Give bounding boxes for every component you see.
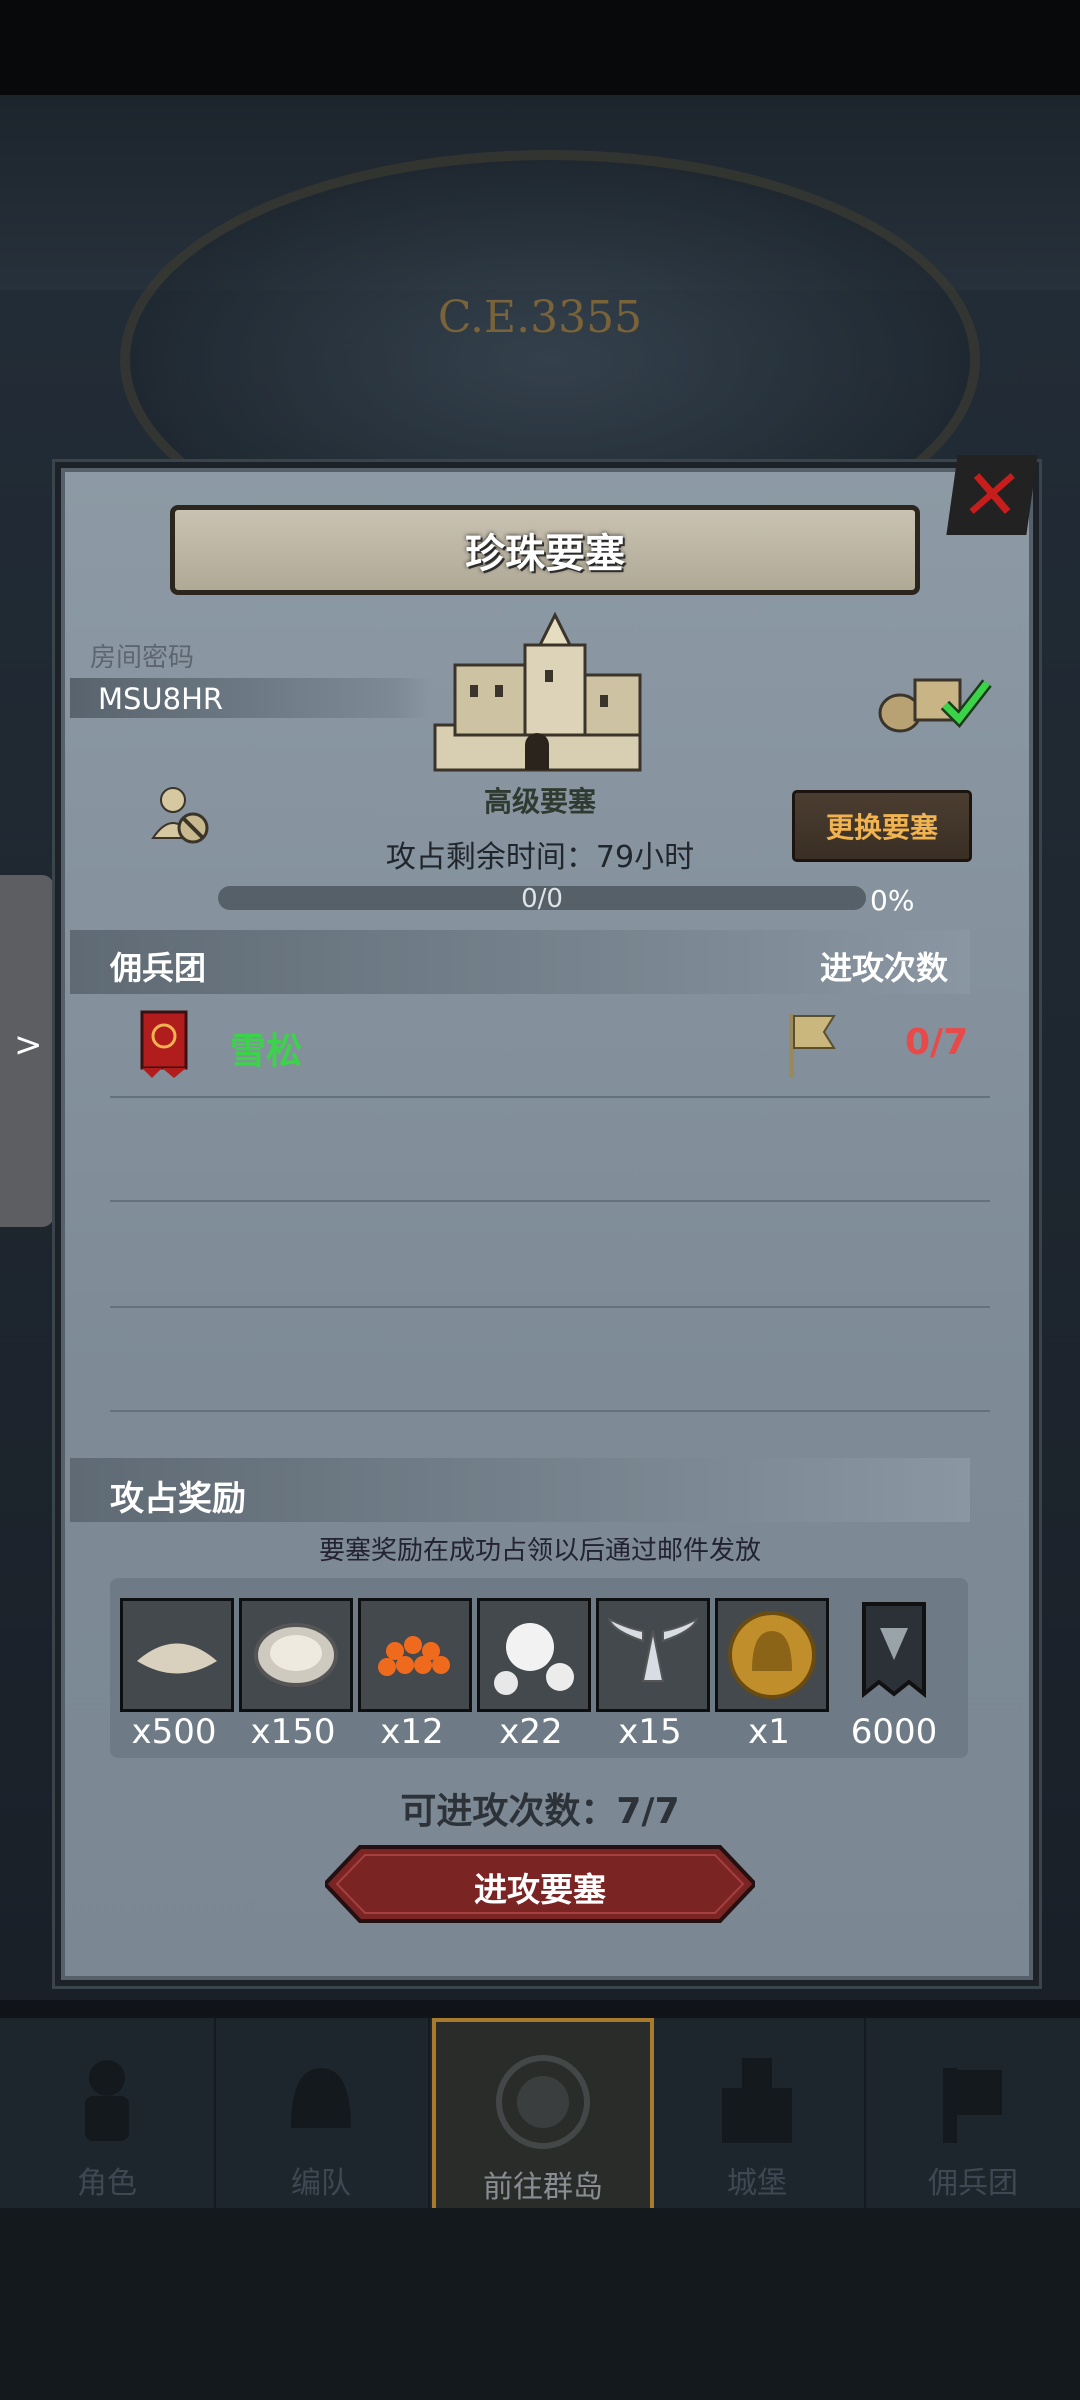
mercenary-header: 佣兵团 xyxy=(110,949,207,987)
flag-icon xyxy=(789,1014,836,1078)
nav-formation[interactable]: 编队 xyxy=(214,2018,430,2208)
pearl-icon xyxy=(480,1601,588,1709)
compass-map-icon xyxy=(496,2055,590,2149)
row-divider xyxy=(110,1200,990,1202)
nav-label: 城堡 xyxy=(727,2166,787,2201)
row-divider xyxy=(110,1096,990,1098)
side-drawer-tab[interactable]: > xyxy=(0,875,54,1227)
reward-note: 要塞奖励在成功占领以后通过邮件发放 xyxy=(318,1536,761,1566)
mercenary-blocked-icon xyxy=(151,787,209,844)
reward-count: 6000 xyxy=(850,1712,938,1752)
silver-wings-icon xyxy=(599,1601,707,1709)
mercenary-banner-icon xyxy=(943,2068,1002,2143)
progress-text: 0/0 xyxy=(521,884,563,914)
nav-islands[interactable]: 前往群岛 xyxy=(432,2018,654,2216)
knight-icon xyxy=(85,2060,129,2141)
reward-item-sand[interactable] xyxy=(120,1598,234,1712)
attack-count-header: 进攻次数 xyxy=(820,949,949,987)
reward-item-roe[interactable] xyxy=(358,1598,472,1712)
title-bar: 珍珠要塞 xyxy=(170,505,920,595)
supplies-checked-icon[interactable] xyxy=(875,665,995,735)
switch-fortress-button[interactable]: 更换要塞 xyxy=(792,790,972,862)
close-icon: ✕ xyxy=(956,454,1028,536)
reward-header: 攻占奖励 xyxy=(110,1479,246,1519)
fortress-type: 高级要塞 xyxy=(483,785,596,818)
reward-count: x1 xyxy=(748,1712,790,1752)
room-code: MSU8HR xyxy=(98,682,224,716)
gold-helmet-coin-icon xyxy=(718,1601,826,1709)
guild-name[interactable]: 雪松 xyxy=(230,1022,302,1074)
chevron-right-icon: > xyxy=(14,1025,43,1065)
nav-castle[interactable]: 城堡 xyxy=(650,2018,866,2208)
nav-mercenary[interactable]: 佣兵团 xyxy=(866,2018,1080,2208)
reward-count: x15 xyxy=(618,1712,682,1752)
guild-banner-icon xyxy=(862,1602,926,1699)
close-button[interactable]: ✕ xyxy=(946,454,1038,536)
castle-nav-icon xyxy=(722,2058,792,2143)
status-bar xyxy=(0,0,1080,95)
nav-label: 角色 xyxy=(77,2166,137,2201)
progress-percent: 0% xyxy=(870,884,915,917)
reward-item-wings[interactable] xyxy=(596,1598,710,1712)
capture-timer: 攻占剩余时间：79小时 xyxy=(385,840,695,875)
nav-label: 前往群岛 xyxy=(483,2170,603,2205)
nav-label: 佣兵团 xyxy=(928,2166,1018,2201)
room-code-label: 房间密码 xyxy=(90,643,195,673)
attack-fortress-button[interactable]: 进攻要塞 xyxy=(322,1845,758,1923)
reward-item-pearl[interactable] xyxy=(477,1598,591,1712)
nav-character[interactable]: 角色 xyxy=(0,2018,216,2208)
reward-item-coin[interactable] xyxy=(715,1598,829,1712)
reward-count: x150 xyxy=(250,1712,336,1752)
sand-icon xyxy=(123,1601,231,1709)
helmet-icon xyxy=(291,2068,351,2128)
row-divider xyxy=(110,1306,990,1308)
reward-item-oyster[interactable] xyxy=(239,1598,353,1712)
reward-count: x500 xyxy=(131,1712,217,1752)
reward-count: x12 xyxy=(380,1712,444,1752)
attacks-remaining: 可进攻次数：7/7 xyxy=(400,1791,680,1832)
era-label: C.E.3355 xyxy=(437,292,643,343)
attack-button-label: 进攻要塞 xyxy=(474,1870,606,1909)
panel-title: 珍珠要塞 xyxy=(465,531,625,577)
fish-roe-icon xyxy=(361,1601,469,1709)
reward-item-banner[interactable] xyxy=(840,1598,948,1706)
nav-label: 编队 xyxy=(291,2166,351,2201)
bottom-background xyxy=(0,2208,1080,2400)
oyster-icon xyxy=(242,1601,350,1709)
row-divider xyxy=(110,1410,990,1412)
guild-banner-icon xyxy=(140,1010,188,1078)
reward-count: x22 xyxy=(499,1712,563,1752)
castle-icon xyxy=(433,611,642,772)
guild-attack-count: 0/7 xyxy=(905,1022,969,1063)
